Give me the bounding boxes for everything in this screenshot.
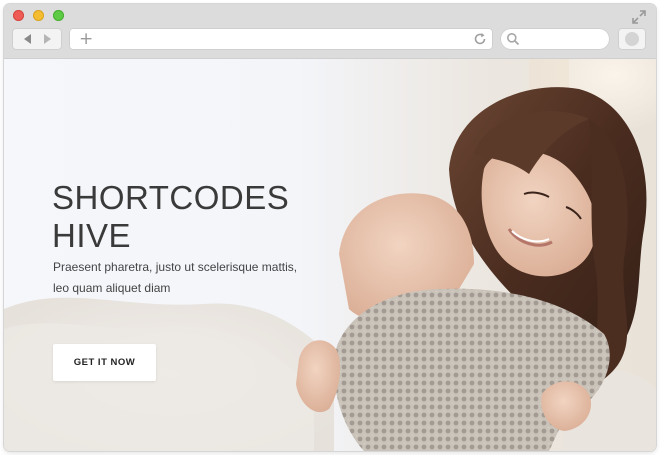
hero-title: SHORTCODES HIVE — [52, 179, 312, 255]
browser-window: + SHORTCODES HIVE Praesent pharetra, jus… — [4, 4, 656, 451]
hero-subtitle-line-1: Praesent pharetra, justo ut scelerisque … — [53, 260, 298, 274]
expand-arrows-icon[interactable] — [632, 10, 646, 24]
search-icon — [507, 33, 520, 46]
hero-photo — [4, 59, 656, 451]
address-bar[interactable]: + — [69, 28, 493, 50]
plus-icon[interactable]: + — [79, 31, 93, 48]
hero-subtitle: Praesent pharetra, justo ut scelerisque … — [53, 257, 303, 299]
reload-icon[interactable] — [473, 32, 487, 46]
hero-subtitle-line-2: leo quam aliquet diam — [53, 281, 171, 295]
close-dot-icon[interactable] — [13, 10, 24, 21]
extension-icon — [625, 32, 639, 46]
forward-arrow-icon[interactable] — [44, 34, 51, 44]
search-field[interactable] — [500, 28, 610, 50]
extension-button[interactable] — [618, 28, 646, 50]
minimize-dot-icon[interactable] — [33, 10, 44, 21]
get-it-now-button[interactable]: GET IT NOW — [53, 344, 156, 381]
hero-title-line-2: HIVE — [52, 217, 132, 254]
hero-title-line-1: SHORTCODES — [52, 179, 290, 216]
back-arrow-icon[interactable] — [24, 34, 31, 44]
navigation-buttons — [12, 28, 62, 50]
maximize-dot-icon[interactable] — [53, 10, 64, 21]
hero-section: SHORTCODES HIVE Praesent pharetra, justo… — [4, 59, 656, 451]
browser-toolbar: + — [4, 4, 656, 59]
